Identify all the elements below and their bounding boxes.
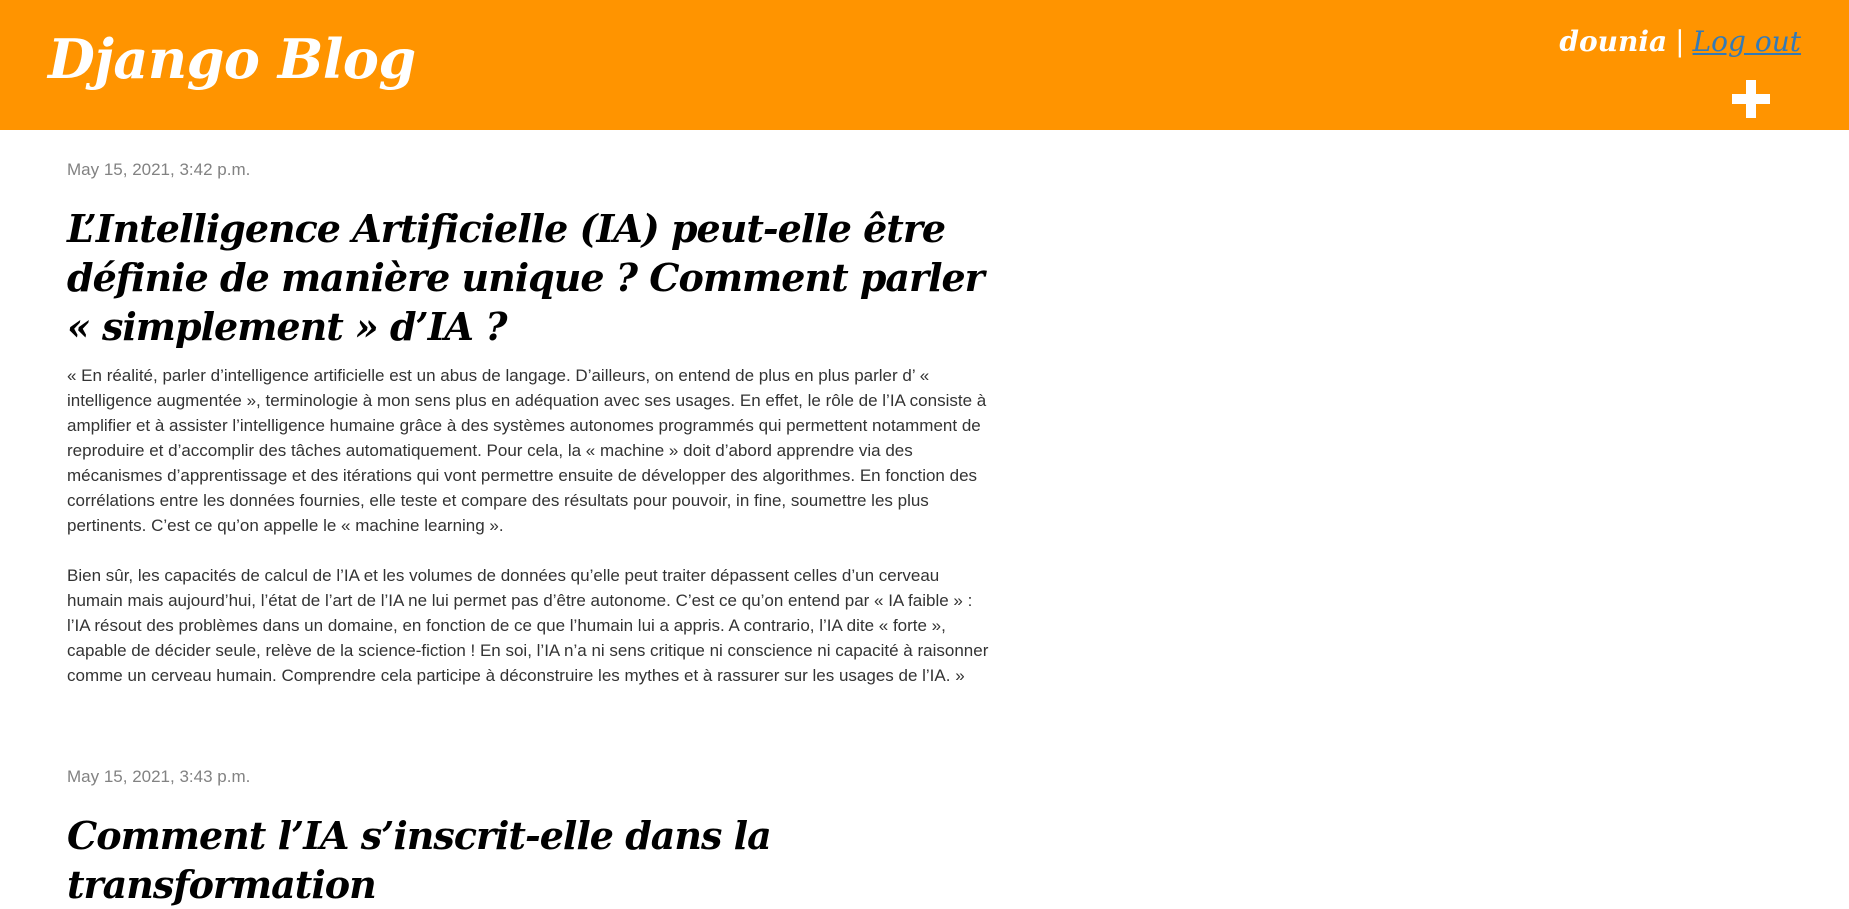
post-item: May 15, 2021, 3:43 p.m. Comment l’IA s’i… xyxy=(67,713,999,909)
plus-icon[interactable] xyxy=(1730,78,1772,120)
post-title-link[interactable]: Comment l’IA s’inscrit-elle dans la tran… xyxy=(67,811,999,909)
post-body: « En réalité, parler d’intelligence arti… xyxy=(67,363,999,688)
post-list: May 15, 2021, 3:42 p.m. L’Intelligence A… xyxy=(67,130,999,909)
site-header: Django Blog dounia | Log out xyxy=(0,0,1849,130)
post-date: May 15, 2021, 3:42 p.m. xyxy=(67,160,251,179)
logout-link[interactable]: Log out xyxy=(1693,25,1801,58)
menu-separator: | xyxy=(1675,25,1685,58)
site-title-link[interactable]: Django Blog xyxy=(48,24,416,94)
post-date: May 15, 2021, 3:43 p.m. xyxy=(67,767,251,786)
post-paragraph: « En réalité, parler d’intelligence arti… xyxy=(67,366,987,535)
top-menu: dounia | Log out xyxy=(1559,22,1801,62)
username-label: dounia xyxy=(1559,25,1668,58)
post-item: May 15, 2021, 3:42 p.m. L’Intelligence A… xyxy=(67,130,999,688)
post-title-link[interactable]: L’Intelligence Artificielle (IA) peut-el… xyxy=(67,204,999,351)
post-paragraph: Bien sûr, les capacités de calcul de l’I… xyxy=(67,566,989,685)
